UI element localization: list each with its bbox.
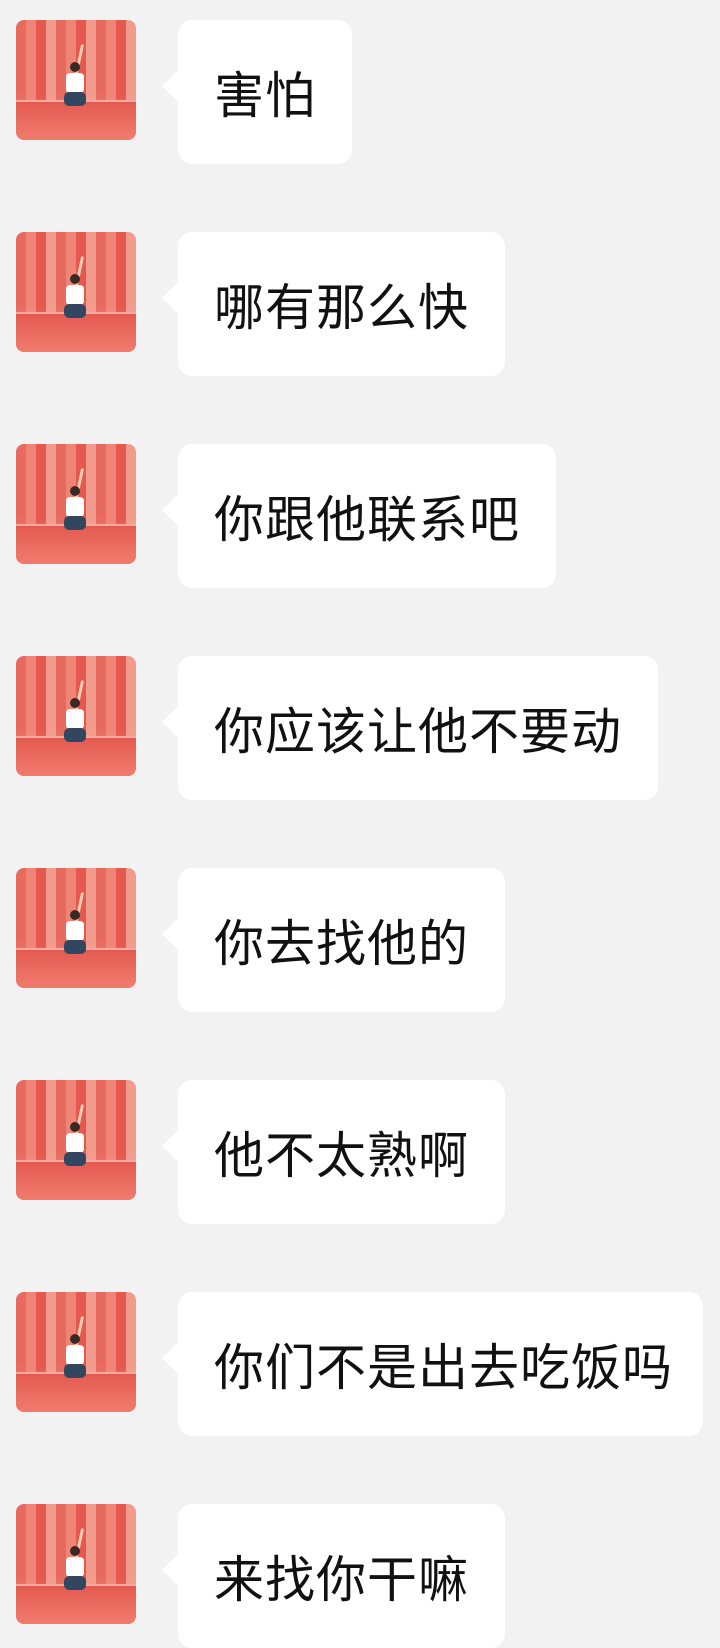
message-bubble[interactable]: 你跟他联系吧 — [162, 444, 556, 588]
avatar-shirt — [66, 1345, 84, 1365]
avatar[interactable] — [16, 656, 136, 776]
message-bubble[interactable]: 你去找他的 — [162, 868, 505, 1012]
avatar-head — [70, 698, 80, 708]
avatar-legs — [64, 1152, 86, 1166]
avatar-shirt — [66, 709, 84, 729]
message-text: 你去找他的 — [214, 915, 469, 973]
avatar-shirt — [66, 921, 84, 941]
message-text: 来找你干嘛 — [214, 1551, 469, 1609]
message-text: 哪有那么快 — [214, 279, 469, 337]
avatar-legs — [64, 92, 86, 106]
avatar-person — [64, 1104, 86, 1174]
avatar-person — [64, 468, 86, 538]
avatar-person — [64, 1528, 86, 1598]
message-text: 你跟他联系吧 — [214, 491, 520, 549]
avatar-shirt — [66, 1557, 84, 1577]
message-text: 你应该让他不要动 — [214, 703, 622, 761]
message-bubble[interactable]: 你应该让他不要动 — [162, 656, 658, 800]
avatar-legs — [64, 940, 86, 954]
avatar-head — [70, 1334, 80, 1344]
avatar[interactable] — [16, 868, 136, 988]
avatar[interactable] — [16, 444, 136, 564]
avatar-head — [70, 62, 80, 72]
message-text: 害怕 — [214, 67, 316, 125]
avatar[interactable] — [16, 1292, 136, 1412]
avatar-person — [64, 1316, 86, 1386]
avatar[interactable] — [16, 1080, 136, 1200]
avatar[interactable] — [16, 1504, 136, 1624]
avatar-shirt — [66, 1133, 84, 1153]
avatar-legs — [64, 304, 86, 318]
avatar-head — [70, 1546, 80, 1556]
chat-message-list: 害怕 哪有那么快 你跟他联系吧 你应该让他不要动 你去找他的 他不太熟啊 你们不… — [0, 0, 720, 1648]
avatar-legs — [64, 1576, 86, 1590]
avatar-head — [70, 1122, 80, 1132]
avatar-person — [64, 680, 86, 750]
message-bubble[interactable]: 他不太熟啊 — [162, 1080, 505, 1224]
avatar-person — [64, 44, 86, 114]
avatar-legs — [64, 1364, 86, 1378]
avatar-shirt — [66, 497, 84, 517]
avatar-legs — [64, 516, 86, 530]
avatar-head — [70, 486, 80, 496]
avatar-head — [70, 910, 80, 920]
message-bubble[interactable]: 哪有那么快 — [162, 232, 505, 376]
avatar-shirt — [66, 73, 84, 93]
avatar-head — [70, 274, 80, 284]
avatar[interactable] — [16, 232, 136, 352]
avatar-person — [64, 892, 86, 962]
message-text: 你们不是出去吃饭吗 — [214, 1339, 673, 1397]
message-bubble[interactable]: 你们不是出去吃饭吗 — [162, 1292, 703, 1436]
avatar-person — [64, 256, 86, 326]
avatar-shirt — [66, 285, 84, 305]
avatar[interactable] — [16, 20, 136, 140]
avatar-legs — [64, 728, 86, 742]
message-bubble[interactable]: 害怕 — [162, 20, 352, 164]
message-text: 他不太熟啊 — [214, 1127, 469, 1185]
message-bubble[interactable]: 来找你干嘛 — [162, 1504, 505, 1648]
